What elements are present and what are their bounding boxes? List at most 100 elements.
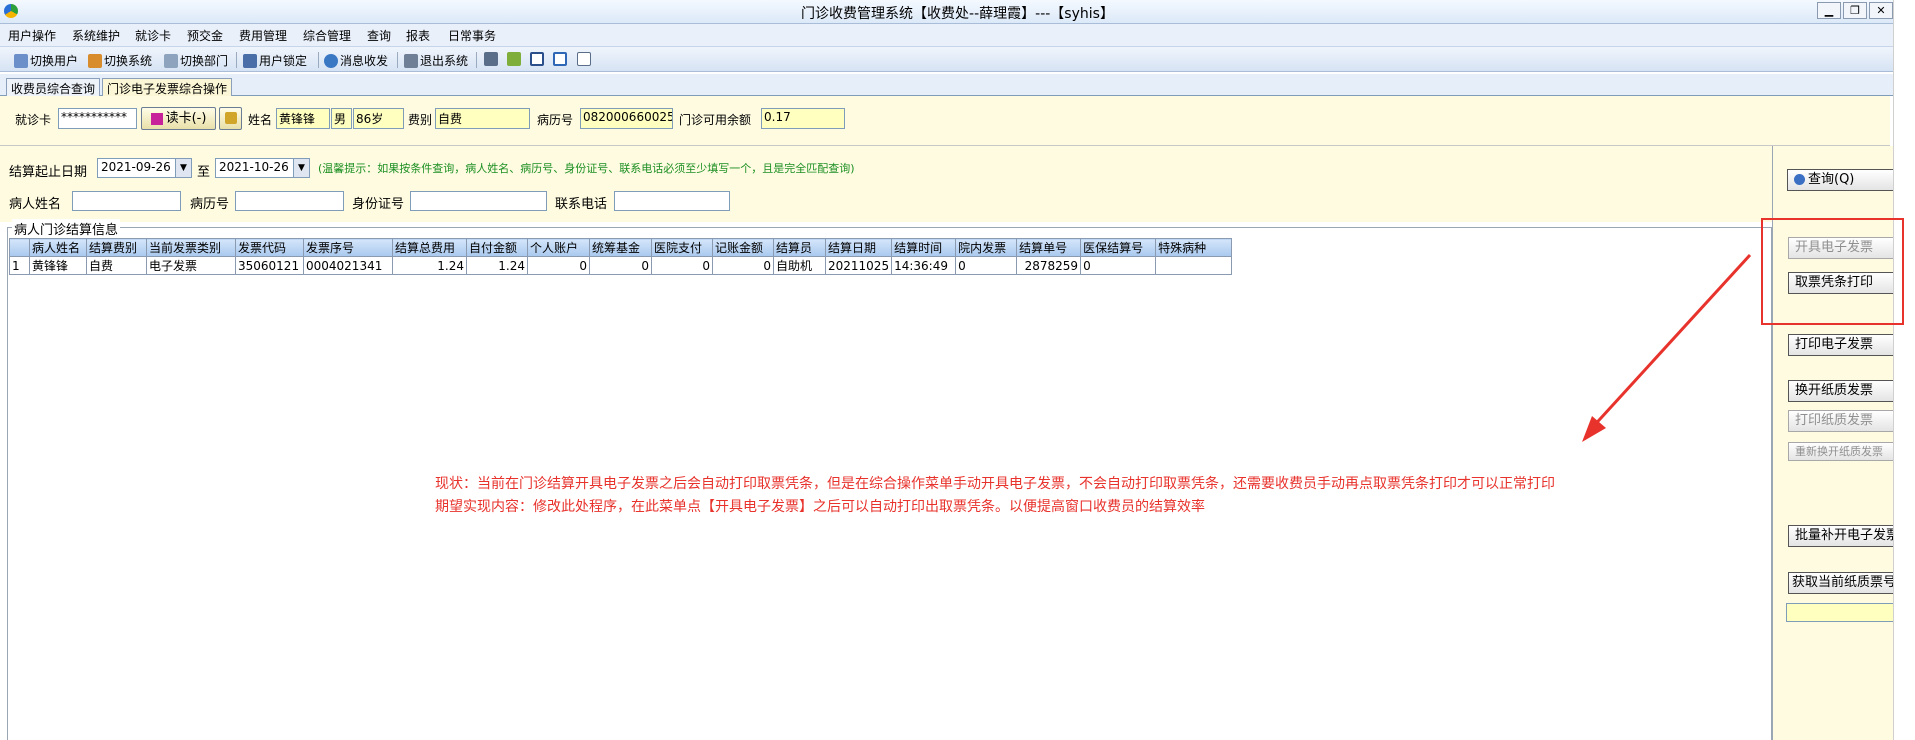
id-number-label: 身份证号: [352, 197, 405, 212]
switch-user-button[interactable]: 切换用户: [14, 52, 78, 69]
col-header[interactable]: 记账金额: [712, 238, 774, 257]
cell-cashier[interactable]: 自助机: [773, 256, 826, 275]
tab-cashier-query[interactable]: 收费员综合查询: [6, 78, 101, 96]
menu-fee-manage[interactable]: 费用管理: [239, 27, 287, 44]
date-to-value: 2021-10-26: [219, 160, 289, 174]
cell-fee-type[interactable]: 自费: [86, 256, 147, 275]
table-row[interactable]: 1 黄锋锋 自费 电子发票 35060121 0004021341 1.24 1…: [9, 256, 1233, 275]
col-header[interactable]: 统筹基金: [589, 238, 652, 257]
cell-settlement-no[interactable]: 2878259: [1016, 256, 1082, 275]
card-number-field[interactable]: ***********: [58, 108, 137, 129]
col-header[interactable]: 结算员: [773, 238, 826, 257]
toolbar-separator: [476, 52, 477, 68]
switch-system-button[interactable]: 切换系统: [88, 52, 152, 69]
col-header[interactable]: 医保结算号: [1080, 238, 1157, 257]
annotation-expectation: 期望实现内容：修改此处程序，在此菜单点【开具电子发票】之后可以自动打印出取票凭条…: [435, 499, 1205, 515]
menu-query[interactable]: 查询: [367, 27, 391, 44]
edit-icon[interactable]: [484, 52, 498, 66]
tab-strip: 收费员综合查询 门诊电子发票综合操作: [0, 74, 1915, 96]
checkbox-icon[interactable]: [530, 52, 544, 66]
col-header[interactable]: 结算时间: [891, 238, 957, 257]
batch-einvoice-button[interactable]: 批量补开电子发票: [1788, 525, 1898, 547]
maximize-button[interactable]: ❐: [1843, 2, 1867, 19]
col-header[interactable]: 当前发票类别: [146, 238, 236, 257]
cell-hospital-pay[interactable]: 0: [651, 256, 713, 275]
lock-user-label: 用户锁定: [259, 54, 308, 68]
tab-einvoice-ops[interactable]: 门诊电子发票综合操作: [102, 78, 233, 96]
col-header[interactable]: 结算单号: [1016, 238, 1082, 257]
menu-general-manage[interactable]: 综合管理: [303, 27, 351, 44]
book-icon[interactable]: [553, 52, 567, 66]
lock-user-button[interactable]: 用户锁定: [243, 52, 307, 69]
row-index: 1: [9, 256, 30, 275]
reissue-paper-invoice-button[interactable]: 重新换开纸质发票: [1788, 442, 1898, 461]
menu-deposit[interactable]: 预交金: [187, 27, 223, 44]
menu-visit-card[interactable]: 就诊卡: [135, 27, 171, 44]
print-paper-invoice-button[interactable]: 打印纸质发票: [1788, 410, 1898, 432]
col-header[interactable]: 特殊病种: [1155, 238, 1233, 257]
lock-icon: [243, 53, 257, 68]
col-header[interactable]: 病人姓名: [29, 238, 87, 257]
message-icon: [324, 53, 338, 68]
cell-personal-account[interactable]: 0: [527, 256, 590, 275]
id-number-input[interactable]: [410, 191, 547, 211]
cell-invoice-code[interactable]: 35060121: [235, 256, 304, 275]
messages-button[interactable]: 消息收发: [324, 52, 388, 69]
cell-inhouse-invoice[interactable]: 0: [955, 256, 1018, 275]
paper-invoice-no-field: [1786, 603, 1898, 622]
window-title: 门诊收费管理系统【收费处--薛理霞】---【syhis】: [801, 6, 1114, 22]
switch-system-label: 切换系统: [104, 54, 153, 68]
search-tip: (温馨提示：如果按条件查询，病人姓名、病历号、身份证号、联系电话必须至少填写一个…: [318, 162, 855, 175]
exit-icon: [404, 53, 418, 68]
balance-field: 0.17: [761, 108, 845, 129]
query-button[interactable]: 查询(Q): [1787, 169, 1895, 191]
date-from-picker[interactable]: 2021-09-26 ▼: [97, 158, 192, 178]
menu-user-ops[interactable]: 用户操作: [8, 27, 56, 44]
settlement-table: 病人姓名 结算费别 当前发票类别 发票代码 发票序号 结算总费用 自付金额 个人…: [9, 238, 1233, 275]
cell-total[interactable]: 1.24: [392, 256, 467, 275]
cell-insurance-no[interactable]: 0: [1080, 256, 1157, 275]
col-header[interactable]: 医院支付: [651, 238, 713, 257]
cell-invoice-type[interactable]: 电子发票: [146, 256, 236, 275]
cell-time[interactable]: 14:36:49: [891, 256, 957, 275]
col-header[interactable]: 结算日期: [824, 238, 893, 257]
patient-name-field: 黄锋锋: [276, 108, 330, 129]
cell-invoice-no[interactable]: 0004021341: [303, 256, 393, 275]
switch-paper-invoice-button[interactable]: 换开纸质发票: [1788, 380, 1898, 402]
exit-system-button[interactable]: 退出系统: [404, 52, 468, 69]
medal-icon[interactable]: [507, 52, 521, 66]
cell-special-disease[interactable]: [1155, 256, 1233, 275]
clear-button[interactable]: [219, 107, 242, 130]
switch-user-label: 切换用户: [30, 54, 79, 68]
cell-date[interactable]: 20211025: [824, 256, 893, 275]
col-header[interactable]: 发票代码: [235, 238, 304, 257]
chevron-down-icon[interactable]: ▼: [175, 159, 191, 177]
col-header[interactable]: 结算费别: [86, 238, 147, 257]
cell-patient-name[interactable]: 黄锋锋: [29, 256, 87, 275]
date-to-picker[interactable]: 2021-10-26 ▼: [215, 158, 310, 178]
menu-report[interactable]: 报表: [406, 27, 430, 44]
window-icon[interactable]: [577, 52, 591, 66]
get-paper-invoice-no-button[interactable]: 获取当前纸质票号: [1788, 572, 1898, 594]
cell-pool-fund[interactable]: 0: [589, 256, 652, 275]
cell-self-pay[interactable]: 1.24: [466, 256, 528, 275]
record-no-input[interactable]: [235, 191, 344, 211]
patient-name-input[interactable]: [72, 191, 181, 211]
minimize-button[interactable]: ▁: [1817, 2, 1841, 19]
print-einvoice-button[interactable]: 打印电子发票: [1788, 334, 1898, 356]
switch-dept-button[interactable]: 切换部门: [164, 52, 228, 69]
vertical-scrollbar[interactable]: [1893, 0, 1915, 740]
col-header[interactable]: 结算总费用: [392, 238, 467, 257]
col-header[interactable]: 个人账户: [527, 238, 590, 257]
col-header[interactable]: 院内发票: [955, 238, 1018, 257]
phone-input[interactable]: [614, 191, 730, 211]
read-card-button[interactable]: 读卡(-): [141, 107, 216, 130]
col-header[interactable]: 发票序号: [303, 238, 393, 257]
menu-system-maint[interactable]: 系统维护: [72, 27, 120, 44]
close-button[interactable]: ✕: [1869, 2, 1893, 19]
col-header[interactable]: 自付金额: [466, 238, 528, 257]
menu-daily-affairs[interactable]: 日常事务: [448, 27, 496, 44]
cell-account-amount[interactable]: 0: [712, 256, 774, 275]
annotation-arrow: [1582, 253, 1752, 442]
chevron-down-icon[interactable]: ▼: [293, 159, 309, 177]
